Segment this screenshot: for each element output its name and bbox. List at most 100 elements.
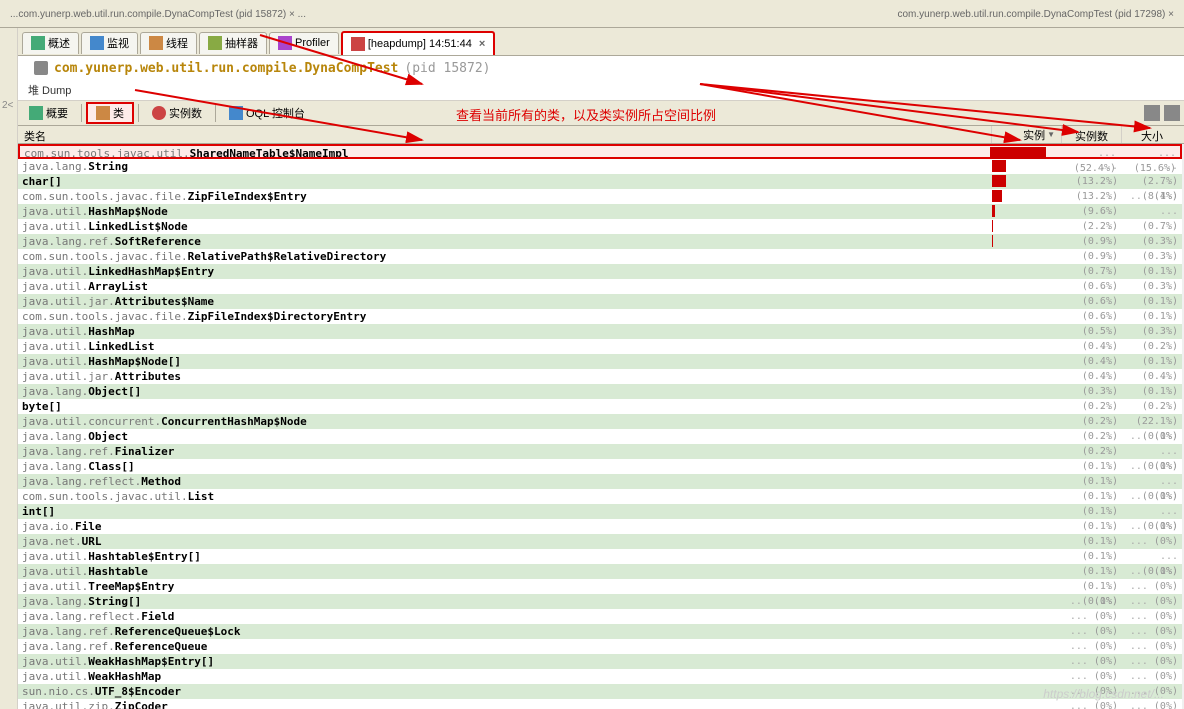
table-row[interactable]: com.sun.tools.javac.file.RelativePath$Re… xyxy=(18,249,1182,264)
size-pct-cell: ... (0.3%) xyxy=(1122,219,1182,234)
tab-truncated-left[interactable]: ...com.yunerp.web.util.run.compile.DynaC… xyxy=(4,9,312,20)
table-row[interactable]: com.sun.tools.javac.util.SharedNameTable… xyxy=(18,144,1182,159)
summary-button[interactable]: 概要 xyxy=(20,102,77,124)
table-row[interactable]: java.lang.ref.ReferenceQueue... (0%)... … xyxy=(18,639,1182,654)
profiler-icon xyxy=(278,36,292,50)
class-name-cell: java.util.LinkedList xyxy=(18,339,992,354)
class-name-cell: java.lang.reflect.Field xyxy=(18,609,992,624)
table-row[interactable]: sun.nio.cs.UTF_8$Encoder... (0%)... (0%) xyxy=(18,684,1182,699)
size-pct-cell: ... (0.4%) xyxy=(1122,354,1182,369)
size-pct-cell: ... (0.1%) xyxy=(1122,279,1182,294)
instance-pct-cell: ... (0%) xyxy=(1062,669,1122,684)
table-row[interactable]: java.util.HashMap$Node... (2.2%)... (0.7… xyxy=(18,204,1182,219)
table-row[interactable]: java.lang.ref.SoftReference... (0.9%)...… xyxy=(18,234,1182,249)
table-row[interactable]: java.util.jar.Attributes$Name... (0.6%).… xyxy=(18,294,1182,309)
table-row[interactable]: java.lang.reflect.Field... (0%)... (0%) xyxy=(18,609,1182,624)
table-row[interactable]: java.util.HashMap... (0.4%)... (0.2%) xyxy=(18,324,1182,339)
close-icon[interactable]: × xyxy=(479,38,485,50)
table-row[interactable]: java.util.WeakHashMap$Entry[]... (0%)...… xyxy=(18,654,1182,669)
table-row[interactable]: java.lang.reflect.Method... (0.1%)... (0… xyxy=(18,474,1182,489)
table-row[interactable]: java.lang.ref.ReferenceQueue$Lock... (0%… xyxy=(18,624,1182,639)
table-row[interactable]: java.util.WeakHashMap... (0%)... (0%) xyxy=(18,669,1182,684)
table-row[interactable]: java.util.LinkedHashMap$Entry... (0.6%).… xyxy=(18,264,1182,279)
size-pct-cell: ... (0.1%) xyxy=(1122,504,1182,519)
tab-label: 监视 xyxy=(107,35,129,51)
class-name-cell: int[] xyxy=(18,504,992,519)
tab--[interactable]: 监视 xyxy=(81,32,138,54)
instance-pct-cell: ... (0.2%) xyxy=(1062,429,1122,444)
size-pct-cell: ... (0%) xyxy=(1122,624,1182,639)
table-row[interactable]: char[]... (13.2%)... (8.1%) xyxy=(18,174,1182,189)
instance-bar-cell xyxy=(992,429,1062,444)
class-name-cell: java.util.Hashtable xyxy=(18,564,992,579)
instance-pct-cell: ... (0.2%) xyxy=(1062,384,1122,399)
table-row[interactable]: int[]... (0.1%)... (0.1%) xyxy=(18,504,1182,519)
tab-label: 线程 xyxy=(166,35,188,51)
size-pct-cell: ... (0.1%) xyxy=(1122,339,1182,354)
classes-button[interactable]: 类 xyxy=(86,102,134,124)
table-row[interactable]: java.lang.Class[]... (0.1%)... (0%) xyxy=(18,459,1182,474)
table-row[interactable]: java.util.TreeMap$Entry... (0.1%)... (0%… xyxy=(18,579,1182,594)
table-row[interactable]: java.lang.String[]... (0%)... (0%) xyxy=(18,594,1182,609)
separator xyxy=(215,104,216,122)
table-row[interactable]: java.lang.ref.Finalizer... (0.1%)... (0.… xyxy=(18,444,1182,459)
table-row[interactable]: java.lang.Object[]... (0.2%)... (0.2%) xyxy=(18,384,1182,399)
tab--[interactable]: 线程 xyxy=(140,32,197,54)
table-body[interactable]: com.sun.tools.javac.util.SharedNameTable… xyxy=(18,144,1182,709)
instance-bar-cell xyxy=(992,534,1062,549)
instance-bar-cell xyxy=(990,146,1060,157)
table-row[interactable]: java.util.HashMap$Node[]... (0.4%)... (0… xyxy=(18,354,1182,369)
instances-button[interactable]: 实例数 xyxy=(143,102,211,124)
class-name-cell: java.util.WeakHashMap xyxy=(18,669,992,684)
size-pct-cell: ... (0.7%) xyxy=(1122,204,1182,219)
table-header: 类名 实例▼ 实例数 大小 xyxy=(18,126,1182,144)
instance-pct-cell: ... (13.2%) xyxy=(1062,174,1122,189)
table-row[interactable]: java.util.zip.ZipCoder... (0%)... (0%) xyxy=(18,699,1182,709)
col-instances[interactable]: 实例▼ xyxy=(992,126,1062,143)
tab--[interactable]: 抽样器 xyxy=(199,32,267,54)
table-row[interactable]: com.sun.tools.javac.util.List... (0.1%).… xyxy=(18,489,1182,504)
table-row[interactable]: java.util.ArrayList... (0.6%)... (0.1%) xyxy=(18,279,1182,294)
table-row[interactable]: java.util.Hashtable... (0.1%)... (0%) xyxy=(18,564,1182,579)
class-name-cell: java.util.jar.Attributes xyxy=(18,369,992,384)
instance-pct-cell: ... (0%) xyxy=(1062,624,1122,639)
tab-profiler[interactable]: Profiler xyxy=(269,32,339,54)
tab-label: [heapdump] 14:51:44 xyxy=(368,38,472,50)
export-icon[interactable] xyxy=(1164,105,1180,121)
instance-bar-cell xyxy=(992,189,1062,204)
class-name-cell: java.util.ArrayList xyxy=(18,279,992,294)
tab--[interactable]: 概述 xyxy=(22,32,79,54)
instance-pct-cell: ... (0.7%) xyxy=(1062,249,1122,264)
editor-tabs: ...com.yunerp.web.util.run.compile.DynaC… xyxy=(0,0,1184,28)
tab-truncated-right[interactable]: com.yunerp.web.util.run.compile.DynaComp… xyxy=(891,9,1180,20)
size-pct-cell: ... (0.1%) xyxy=(1122,444,1182,459)
table-row[interactable]: byte[]... (0.2%)... (22.1%) xyxy=(18,399,1182,414)
table-row[interactable]: com.sun.tools.javac.file.ZipFileIndex$Di… xyxy=(18,309,1182,324)
size-pct-cell: ... (0.2%) xyxy=(1122,324,1182,339)
table-row[interactable]: java.lang.Object... (0.2%)... (0%) xyxy=(18,429,1182,444)
refresh-icon[interactable] xyxy=(1144,105,1160,121)
table-row[interactable]: java.util.LinkedList$Node... (0.9%)... (… xyxy=(18,219,1182,234)
instance-pct-cell: ... (0.2%) xyxy=(1062,399,1122,414)
instance-bar-cell xyxy=(992,654,1062,669)
table-row[interactable]: com.sun.tools.javac.file.ZipFileIndex$En… xyxy=(18,189,1182,204)
class-name-cell: java.lang.ref.ReferenceQueue xyxy=(18,639,992,654)
table-row[interactable]: java.util.jar.Attributes... (0.3%)... (0… xyxy=(18,369,1182,384)
table-row[interactable]: java.util.Hashtable$Entry[]... (0.1%)...… xyxy=(18,549,1182,564)
table-row[interactable]: java.io.File... (0.1%)... (0%) xyxy=(18,519,1182,534)
col-classname[interactable]: 类名 xyxy=(18,126,992,143)
size-pct-cell: ... (0.3%) xyxy=(1122,309,1182,324)
col-count[interactable]: 实例数 xyxy=(1062,126,1122,143)
size-pct-cell: ... (0%) xyxy=(1122,489,1182,504)
size-pct-cell: ... (22.1%) xyxy=(1122,399,1182,414)
table-row[interactable]: java.lang.String... (13.2%)... (2.7%) xyxy=(18,159,1182,174)
instance-bar-cell xyxy=(992,384,1062,399)
tab--heapdump-14-51-44[interactable]: [heapdump] 14:51:44 × xyxy=(341,31,495,55)
col-size[interactable]: 大小 xyxy=(1122,126,1182,143)
table-row[interactable]: java.util.concurrent.ConcurrentHashMap$N… xyxy=(18,414,1182,429)
class-name-cell: java.util.TreeMap$Entry xyxy=(18,579,992,594)
instance-bar-cell xyxy=(992,564,1062,579)
table-row[interactable]: java.util.LinkedList... (0.4%)... (0.1%) xyxy=(18,339,1182,354)
table-row[interactable]: java.net.URL... (0.1%)... (0%) xyxy=(18,534,1182,549)
oql-button[interactable]: OQL 控制台 xyxy=(220,102,314,124)
